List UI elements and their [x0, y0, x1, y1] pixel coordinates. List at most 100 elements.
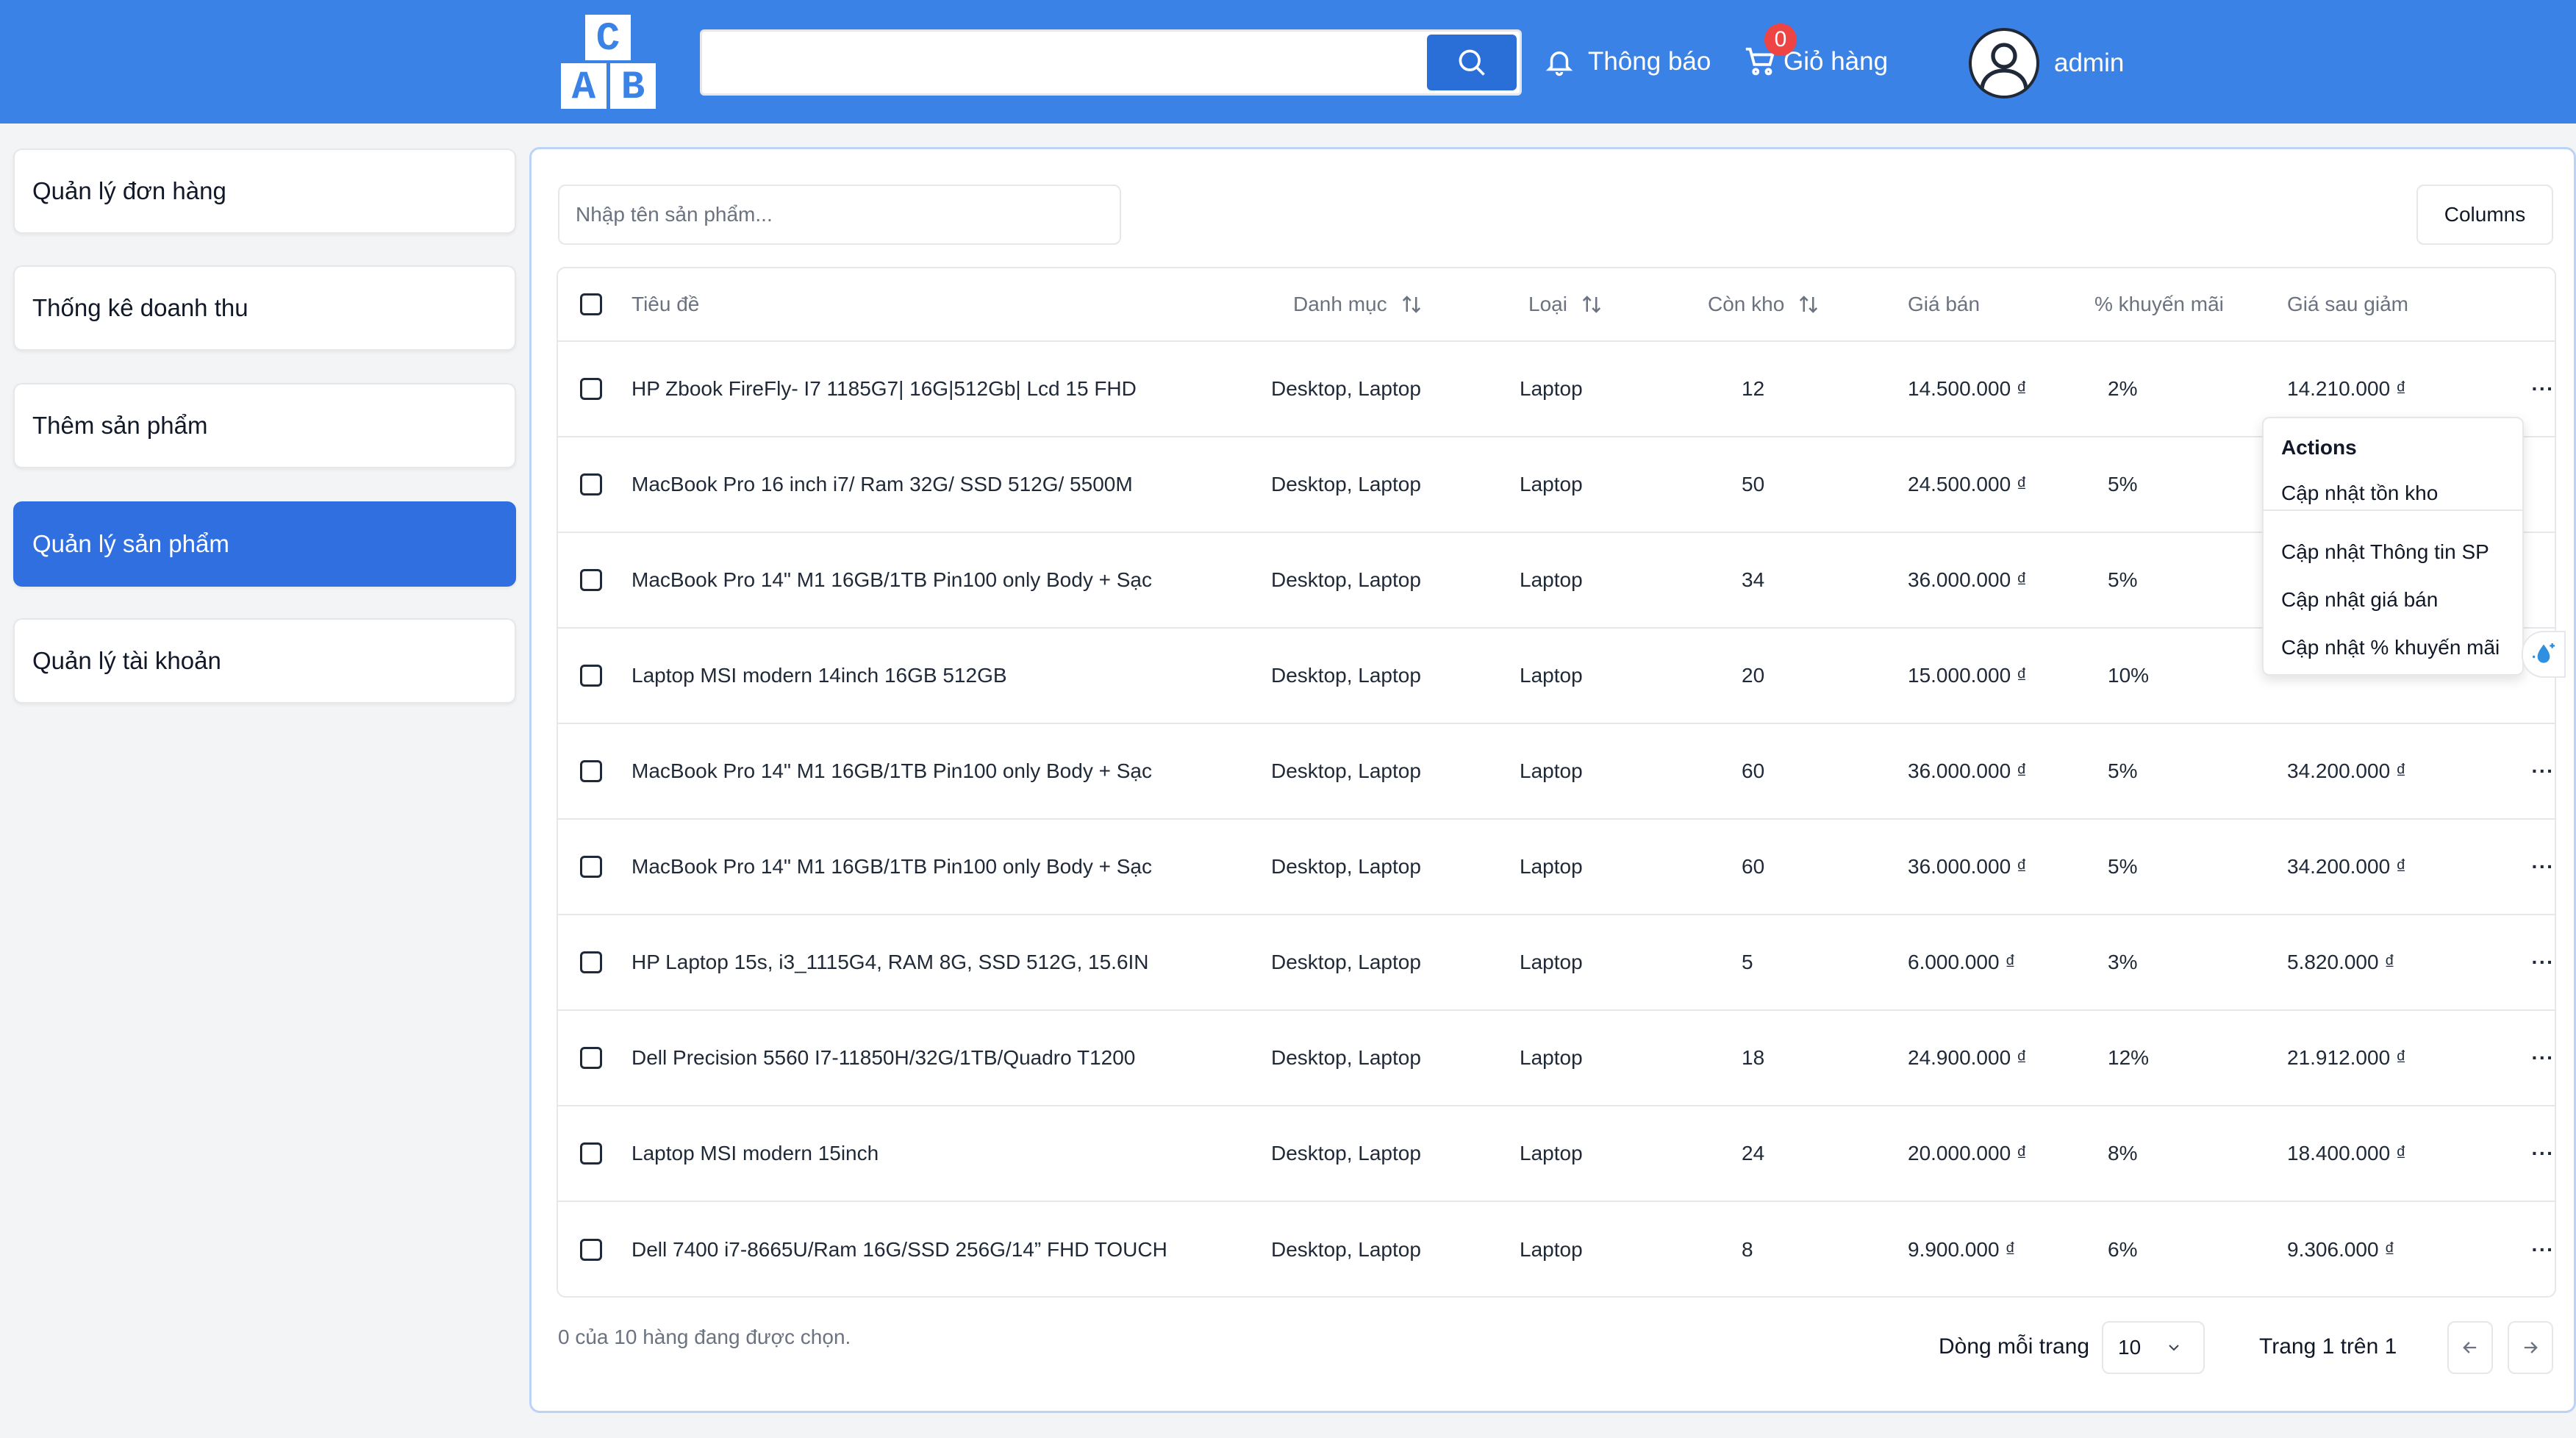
selection-status: 0 của 10 hàng đang được chọn.	[558, 1326, 851, 1348]
cart-label: Giỏ hàng	[1783, 47, 1889, 76]
sidebar-item-accounts[interactable]: Quản lý tài khoản	[13, 618, 516, 704]
rows-per-page-value: 10	[2118, 1336, 2142, 1359]
menu-item-update-discount[interactable]: Cập nhật % khuyến mãi	[2281, 636, 2500, 659]
row-checkbox[interactable]	[580, 473, 602, 496]
assistant-floating-button[interactable]	[2522, 631, 2566, 678]
header-stock-label: Còn kho	[1708, 293, 1785, 315]
table-row[interactable]: Laptop MSI modern 15inch Desktop, Laptop L…	[558, 1106, 2555, 1202]
header-type[interactable]: Loại	[1528, 268, 1603, 340]
cell-category: Desktop, Laptop	[1271, 473, 1421, 496]
cell-discount: 6%	[2108, 1238, 2138, 1261]
sidebar-item-add-product[interactable]: Thêm sản phẩm	[13, 383, 516, 468]
main-panel: Columns Tiêu đề Danh mục Loại Còn kho Gi…	[529, 147, 2576, 1413]
table-row[interactable]: HP Laptop 15s, i3_1115G4, RAM 8G, SSD 51…	[558, 915, 2555, 1011]
table-row[interactable]: MacBook Pro 14" M1 16GB/1TB Pin100 only …	[558, 533, 2555, 629]
row-actions-icon[interactable]: ···	[2521, 915, 2555, 1009]
search-input[interactable]	[706, 36, 1390, 89]
row-select-cell	[580, 724, 602, 818]
cart-count-badge: 0	[1764, 24, 1797, 56]
table-row[interactable]: MacBook Pro 14" M1 16GB/1TB Pin100 only …	[558, 820, 2555, 915]
cell-title: MacBook Pro 14" M1 16GB/1TB Pin100 only …	[632, 759, 1152, 782]
notifications-label: Thông báo	[1588, 47, 1711, 76]
row-actions-icon[interactable]: ···	[2521, 1106, 2555, 1201]
sidebar-item-products[interactable]: Quản lý sản phẩm	[13, 501, 516, 587]
menu-item-update-price[interactable]: Cập nhật giá bán	[2281, 588, 2438, 612]
prev-page-button[interactable]	[2447, 1321, 2493, 1374]
cell-final-price: 5.820.000 ₫	[2287, 951, 2395, 973]
row-select-cell	[580, 915, 602, 1009]
cell-title: Dell Precision 5560 I7-11850H/32G/1TB/Qu…	[632, 1046, 1136, 1069]
cell-discount: 3%	[2108, 951, 2138, 973]
row-actions-icon[interactable]: ···	[2521, 342, 2555, 436]
sort-icon	[1402, 296, 1420, 313]
menu-item-update-info[interactable]: Cập nhật Thông tin SP	[2281, 540, 2489, 564]
cell-category: Desktop, Laptop	[1271, 568, 1421, 591]
cell-price: 6.000.000 ₫	[1908, 951, 2016, 973]
next-page-button[interactable]	[2508, 1321, 2553, 1374]
chevron-down-icon	[2169, 1345, 2179, 1351]
select-all-cell	[580, 268, 602, 340]
row-checkbox[interactable]	[580, 760, 602, 782]
cell-price: 24.900.000 ₫	[1908, 1046, 2028, 1069]
cell-type: Laptop	[1520, 1142, 1583, 1165]
table-row[interactable]: Dell Precision 5560 I7-11850H/32G/1TB/Qu…	[558, 1011, 2555, 1106]
bell-icon	[1545, 51, 1573, 76]
cell-stock: 18	[1742, 1046, 1765, 1069]
cell-type: Laptop	[1520, 1046, 1583, 1069]
cell-category: Desktop, Laptop	[1271, 1238, 1421, 1261]
row-select-cell	[580, 629, 602, 723]
row-checkbox[interactable]	[580, 378, 602, 400]
cell-price: 36.000.000 ₫	[1908, 759, 2028, 782]
user-icon	[1980, 43, 2028, 90]
table-row[interactable]: Laptop MSI modern 14inch 16GB 512GB Deskt…	[558, 629, 2555, 724]
table-row[interactable]: MacBook Pro 14" M1 16GB/1TB Pin100 only …	[558, 724, 2555, 820]
table-row[interactable]: Dell 7400 i7-8665U/Ram 16G/SSD 256G/14” …	[558, 1202, 2555, 1296]
cell-title: MacBook Pro 14" M1 16GB/1TB Pin100 only …	[632, 568, 1152, 591]
row-select-cell	[580, 533, 602, 627]
table-row[interactable]: MacBook Pro 16 inch i7/ Ram 32G/ SSD 512…	[558, 437, 2555, 533]
row-checkbox[interactable]	[580, 1047, 602, 1069]
cell-discount: 2%	[2108, 377, 2138, 400]
cell-discount: 8%	[2108, 1142, 2138, 1165]
logo[interactable]: C A B	[559, 15, 657, 110]
rows-per-page-select[interactable]: 10	[2102, 1321, 2205, 1374]
row-actions-icon[interactable]: ···	[2521, 1202, 2555, 1296]
table-row[interactable]: HP Zbook FireFly- I7 1185G7| 16G|512Gb| …	[558, 342, 2555, 437]
cell-final-price: 21.912.000 ₫	[2287, 1046, 2407, 1069]
row-checkbox[interactable]	[580, 856, 602, 878]
row-checkbox[interactable]	[580, 665, 602, 687]
cart-link[interactable]: 0 Giỏ hàng	[1742, 24, 1889, 85]
row-actions-icon[interactable]: ···	[2521, 1011, 2555, 1105]
cell-category: Desktop, Laptop	[1271, 759, 1421, 782]
user-menu[interactable]: admin	[1969, 28, 2124, 99]
arrow-right-icon	[2524, 1342, 2538, 1353]
header-category[interactable]: Danh mục	[1293, 268, 1423, 340]
sidebar-item-orders[interactable]: Quản lý đơn hàng	[13, 149, 516, 234]
row-checkbox[interactable]	[580, 1142, 602, 1165]
select-all-checkbox[interactable]	[580, 293, 602, 315]
cell-stock: 24	[1742, 1142, 1765, 1165]
row-actions-icon[interactable]: ···	[2521, 820, 2555, 914]
cell-discount: 5%	[2108, 473, 2138, 496]
products-table: Tiêu đề Danh mục Loại Còn kho Giá bán % …	[557, 267, 2556, 1298]
row-select-cell	[580, 1011, 602, 1105]
product-filter-input[interactable]	[558, 185, 1121, 245]
cell-discount: 12%	[2108, 1046, 2150, 1069]
row-actions-icon[interactable]: ···	[2521, 724, 2555, 818]
header-title: Tiêu đề	[632, 293, 700, 315]
columns-button[interactable]: Columns	[2416, 185, 2553, 245]
search-button[interactable]	[1427, 35, 1517, 90]
cell-type: Laptop	[1520, 473, 1583, 496]
row-checkbox[interactable]	[580, 951, 602, 973]
notifications-link[interactable]: Thông báo	[1544, 38, 1711, 85]
row-checkbox[interactable]	[580, 1239, 602, 1261]
sidebar-item-revenue[interactable]: Thống kê doanh thu	[13, 265, 516, 351]
header-stock[interactable]: Còn kho	[1708, 268, 1820, 340]
cell-category: Desktop, Laptop	[1271, 664, 1421, 687]
cell-discount: 5%	[2108, 759, 2138, 782]
cell-price: 15.000.000 ₫	[1908, 664, 2028, 687]
cell-title: Laptop MSI modern 15inch	[632, 1142, 879, 1165]
menu-divider	[2264, 509, 2522, 511]
menu-item-update-stock[interactable]: Cập nhật tồn kho	[2281, 482, 2438, 505]
row-checkbox[interactable]	[580, 569, 602, 591]
